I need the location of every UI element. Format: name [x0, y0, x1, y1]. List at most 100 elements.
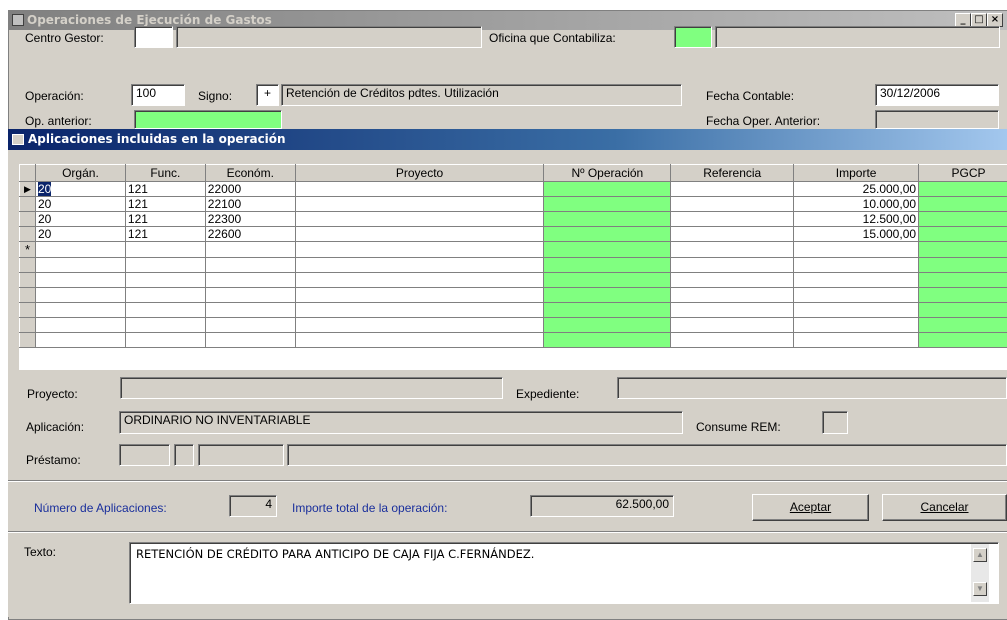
centro-gestor-code-field[interactable]: [134, 26, 173, 48]
cell-organo[interactable]: [35, 303, 125, 318]
col-header-importe[interactable]: Importe: [794, 165, 919, 182]
table-row[interactable]: [20, 258, 1007, 273]
cell-n-operacion[interactable]: [544, 242, 671, 258]
cell-pgcp[interactable]: [919, 212, 1007, 227]
row-selector[interactable]: [20, 333, 36, 348]
row-selector[interactable]: *: [20, 242, 36, 258]
table-row[interactable]: 2012122600 15.000,00: [20, 227, 1007, 242]
cell-func[interactable]: [125, 273, 205, 288]
table-row[interactable]: [20, 303, 1007, 318]
cell-econom[interactable]: [205, 258, 295, 273]
cell-func[interactable]: 121: [125, 212, 205, 227]
cell-referencia[interactable]: [671, 182, 794, 197]
col-header-referencia[interactable]: Referencia: [671, 165, 794, 182]
cell-importe[interactable]: [794, 333, 919, 348]
cell-organo[interactable]: 20: [35, 182, 125, 197]
cell-pgcp[interactable]: [919, 333, 1007, 348]
cell-n-operacion[interactable]: [544, 212, 671, 227]
cell-n-operacion[interactable]: [544, 273, 671, 288]
cell-pgcp[interactable]: [919, 258, 1007, 273]
table-row[interactable]: [20, 318, 1007, 333]
row-selector[interactable]: [20, 318, 36, 333]
row-selector[interactable]: ▶: [20, 182, 36, 197]
row-selector[interactable]: [20, 258, 36, 273]
cell-econom[interactable]: 22300: [205, 212, 295, 227]
scroll-down-icon[interactable]: ▼: [973, 582, 987, 596]
scroll-up-icon[interactable]: ▲: [973, 548, 987, 562]
cell-func[interactable]: 121: [125, 227, 205, 242]
cell-n-operacion[interactable]: [544, 182, 671, 197]
cell-n-operacion[interactable]: [544, 258, 671, 273]
cell-referencia[interactable]: [671, 212, 794, 227]
cell-pgcp[interactable]: [919, 303, 1007, 318]
cell-organo[interactable]: [35, 242, 125, 258]
cell-importe[interactable]: [794, 242, 919, 258]
row-selector[interactable]: [20, 303, 36, 318]
texto-scrollbar[interactable]: ▲ ▼: [971, 544, 989, 602]
oficina-code-field[interactable]: [674, 26, 712, 48]
cell-proyecto[interactable]: [295, 333, 544, 348]
cell-referencia[interactable]: [671, 288, 794, 303]
cell-organo[interactable]: 20: [35, 197, 125, 212]
cell-referencia[interactable]: [671, 227, 794, 242]
cell-econom[interactable]: 22600: [205, 227, 295, 242]
signo-field[interactable]: +: [256, 84, 279, 106]
table-row[interactable]: [20, 273, 1007, 288]
col-header-n-operacion[interactable]: Nº Operación: [544, 165, 671, 182]
row-selector[interactable]: [20, 273, 36, 288]
maximize-button[interactable]: □: [971, 13, 987, 27]
table-row[interactable]: [20, 333, 1007, 348]
cancelar-button[interactable]: Cancelar: [882, 494, 1007, 521]
cell-organo[interactable]: [35, 273, 125, 288]
row-selector[interactable]: [20, 288, 36, 303]
cell-n-operacion[interactable]: [544, 288, 671, 303]
cell-n-operacion[interactable]: [544, 303, 671, 318]
cell-proyecto[interactable]: [295, 288, 544, 303]
cell-organo[interactable]: [35, 333, 125, 348]
cell-econom[interactable]: [205, 318, 295, 333]
table-row[interactable]: 2012122300 12.500,00: [20, 212, 1007, 227]
cell-econom[interactable]: 22100: [205, 197, 295, 212]
cell-func[interactable]: [125, 242, 205, 258]
row-selector[interactable]: [20, 197, 36, 212]
cell-func[interactable]: [125, 303, 205, 318]
operacion-field[interactable]: 100: [131, 84, 185, 106]
cell-func[interactable]: [125, 318, 205, 333]
col-header-organo[interactable]: Orgán.: [35, 165, 125, 182]
minimize-button[interactable]: _: [955, 13, 971, 27]
table-row[interactable]: ▶201212200025.000,00: [20, 182, 1007, 197]
cell-importe[interactable]: [794, 303, 919, 318]
row-selector[interactable]: [20, 212, 36, 227]
cell-proyecto[interactable]: [295, 318, 544, 333]
cell-pgcp[interactable]: [919, 182, 1007, 197]
cell-organo[interactable]: [35, 288, 125, 303]
cell-proyecto[interactable]: [295, 258, 544, 273]
cell-proyecto[interactable]: [295, 273, 544, 288]
cell-econom[interactable]: [205, 333, 295, 348]
col-header-func[interactable]: Func.: [125, 165, 205, 182]
cell-organo[interactable]: 20: [35, 212, 125, 227]
dialog-titlebar[interactable]: Aplicaciones incluidas en la operación: [8, 129, 1007, 150]
col-header-econom[interactable]: Económ.: [205, 165, 295, 182]
aplicaciones-grid[interactable]: Orgán. Func. Económ. Proyecto Nº Operaci…: [19, 164, 1007, 370]
cell-importe[interactable]: 15.000,00: [794, 227, 919, 242]
table-row[interactable]: 201212210010.000,00: [20, 197, 1007, 212]
row-selector[interactable]: [20, 227, 36, 242]
cell-proyecto[interactable]: [295, 303, 544, 318]
cell-func[interactable]: 121: [125, 182, 205, 197]
close-button[interactable]: ×: [987, 13, 1003, 27]
cell-econom[interactable]: 22000: [205, 182, 295, 197]
cell-referencia[interactable]: [671, 333, 794, 348]
cell-func[interactable]: [125, 288, 205, 303]
cell-importe[interactable]: 12.500,00: [794, 212, 919, 227]
col-header-pgcp[interactable]: PGCP: [919, 165, 1007, 182]
cell-pgcp[interactable]: [919, 288, 1007, 303]
cell-proyecto[interactable]: [295, 242, 544, 258]
texto-area[interactable]: RETENCIÓN DE CRÉDITO PARA ANTICIPO DE CA…: [129, 542, 999, 604]
fecha-contable-field[interactable]: 30/12/2006: [875, 84, 999, 106]
cell-referencia[interactable]: [671, 303, 794, 318]
cell-organo[interactable]: 20: [35, 227, 125, 242]
cell-referencia[interactable]: [671, 197, 794, 212]
cell-pgcp[interactable]: [919, 227, 1007, 242]
cell-econom[interactable]: [205, 288, 295, 303]
